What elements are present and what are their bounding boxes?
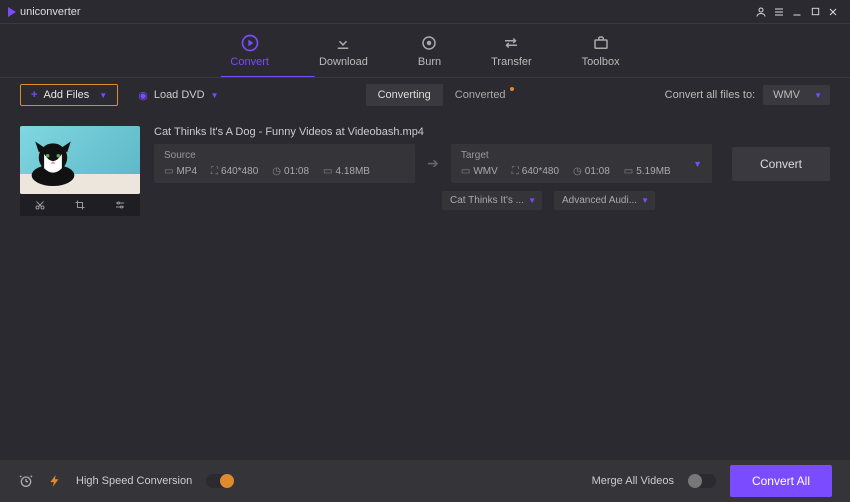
- source-duration: ◷01:08: [272, 166, 309, 177]
- nav-label: Transfer: [491, 56, 532, 68]
- file-name: Cat Thinks It's A Dog - Funny Videos at …: [154, 126, 830, 138]
- target-format: ▭WMV: [461, 166, 498, 177]
- convert-all-label: Convert All: [752, 474, 810, 488]
- merge-label: Merge All Videos: [592, 475, 674, 487]
- file-list: Cat Thinks It's A Dog - Funny Videos at …: [0, 112, 850, 230]
- expand-icon: ⛶: [211, 166, 218, 177]
- nav-toolbox[interactable]: Toolbox: [582, 33, 620, 68]
- plus-icon: +: [31, 89, 37, 101]
- hsc-toggle[interactable]: [206, 474, 234, 488]
- subtitle-value: Cat Thinks It's ...: [450, 195, 524, 206]
- source-format: ▭MP4: [164, 166, 197, 177]
- cut-icon[interactable]: [34, 199, 46, 211]
- notification-dot-icon: [510, 87, 514, 91]
- convert-all-label: Convert all files to:: [665, 89, 755, 101]
- audio-value: Advanced Audi...: [562, 195, 637, 206]
- chevron-down-icon: ▼: [99, 91, 107, 100]
- nav-label: Download: [319, 56, 368, 68]
- nav-convert[interactable]: Convert: [230, 33, 269, 68]
- disc-icon: ◉: [138, 89, 148, 102]
- menu-icon[interactable]: [770, 3, 788, 21]
- hsc-label: High Speed Conversion: [76, 475, 192, 487]
- nav-underline: [0, 76, 850, 77]
- nav-burn[interactable]: Burn: [418, 33, 441, 68]
- close-icon[interactable]: [824, 3, 842, 21]
- source-panel: Source ▭MP4 ⛶640*480 ◷01:08 ▭4.18MB: [154, 144, 415, 183]
- file-icon: ▭: [164, 166, 173, 177]
- add-files-button[interactable]: + Add Files ▼: [20, 84, 118, 106]
- chevron-down-icon: ▼: [211, 91, 219, 100]
- clock-icon: ◷: [573, 166, 582, 177]
- chevron-down-icon: ▼: [641, 196, 649, 205]
- toolbox-icon: [591, 33, 611, 53]
- tab-converted[interactable]: Converted: [443, 84, 518, 106]
- thumbnail-tools: [20, 194, 140, 216]
- logo-icon: [8, 7, 16, 17]
- clock-icon: ◷: [272, 166, 281, 177]
- maximize-icon[interactable]: [806, 3, 824, 21]
- source-size: ▭4.18MB: [323, 166, 370, 177]
- convert-all-button[interactable]: Convert All: [730, 465, 832, 497]
- convert-label: Convert: [760, 157, 802, 171]
- chevron-down-icon: ▼: [528, 196, 536, 205]
- folder-icon: ▭: [323, 166, 332, 177]
- nav-label: Burn: [418, 56, 441, 68]
- output-format-value: WMV: [773, 89, 800, 101]
- target-size: ▭5.19MB: [624, 166, 671, 177]
- bolt-icon: [48, 474, 62, 488]
- settings-icon[interactable]: [114, 199, 126, 211]
- add-files-label: Add Files: [43, 89, 89, 101]
- target-title: Target: [461, 150, 702, 161]
- convert-all-format: Convert all files to: WMV ▼: [665, 85, 830, 105]
- thumbnail-column: [20, 126, 140, 216]
- convert-button[interactable]: Convert: [732, 147, 830, 181]
- thumbnail-image: [26, 138, 80, 186]
- burn-icon: [419, 33, 439, 53]
- app-logo: uniconverter: [8, 6, 81, 18]
- target-resolution: ⛶640*480: [512, 166, 559, 177]
- user-icon[interactable]: [752, 3, 770, 21]
- audio-select[interactable]: Advanced Audi... ▼: [554, 191, 655, 210]
- load-dvd-button[interactable]: ◉ Load DVD ▼: [138, 89, 218, 102]
- output-format-select[interactable]: WMV ▼: [763, 85, 830, 105]
- chevron-down-icon[interactable]: ▼: [693, 159, 702, 169]
- download-icon: [333, 33, 353, 53]
- subtitle-select[interactable]: Cat Thinks It's ... ▼: [442, 191, 542, 210]
- bottom-bar: High Speed Conversion Merge All Videos C…: [0, 460, 850, 502]
- video-thumbnail[interactable]: [20, 126, 140, 194]
- tab-converting[interactable]: Converting: [366, 84, 443, 106]
- toolbar: + Add Files ▼ ◉ Load DVD ▼ Converting Co…: [0, 78, 850, 112]
- chevron-down-icon: ▼: [814, 91, 822, 100]
- crop-icon[interactable]: [74, 199, 86, 211]
- app-title: uniconverter: [20, 6, 81, 18]
- nav-label: Convert: [230, 56, 269, 68]
- arrow-right-icon: ➔: [427, 155, 439, 172]
- target-duration: ◷01:08: [573, 166, 610, 177]
- merge-toggle[interactable]: [688, 474, 716, 488]
- file-info: Cat Thinks It's A Dog - Funny Videos at …: [154, 126, 830, 210]
- folder-icon: ▭: [624, 166, 633, 177]
- titlebar: uniconverter: [0, 0, 850, 24]
- nav-transfer[interactable]: Transfer: [491, 33, 532, 68]
- transfer-icon: [501, 33, 521, 53]
- alarm-icon[interactable]: [18, 473, 34, 489]
- file-icon: ▭: [461, 166, 470, 177]
- nav-download[interactable]: Download: [319, 33, 368, 68]
- nav-label: Toolbox: [582, 56, 620, 68]
- source-resolution: ⛶640*480: [211, 166, 258, 177]
- top-nav: Convert Download Burn Transfer Toolbox: [0, 24, 850, 78]
- target-panel[interactable]: Target ▭WMV ⛶640*480 ◷01:08 ▭5.19MB ▼: [451, 144, 712, 183]
- expand-icon: ⛶: [512, 166, 519, 177]
- status-tabs: Converting Converted: [366, 84, 518, 106]
- source-title: Source: [164, 150, 405, 161]
- tab-label: Converting: [378, 89, 431, 101]
- convert-icon: [240, 33, 260, 53]
- file-row: Cat Thinks It's A Dog - Funny Videos at …: [20, 126, 830, 216]
- tab-label: Converted: [455, 89, 506, 101]
- minimize-icon[interactable]: [788, 3, 806, 21]
- load-dvd-label: Load DVD: [154, 89, 205, 101]
